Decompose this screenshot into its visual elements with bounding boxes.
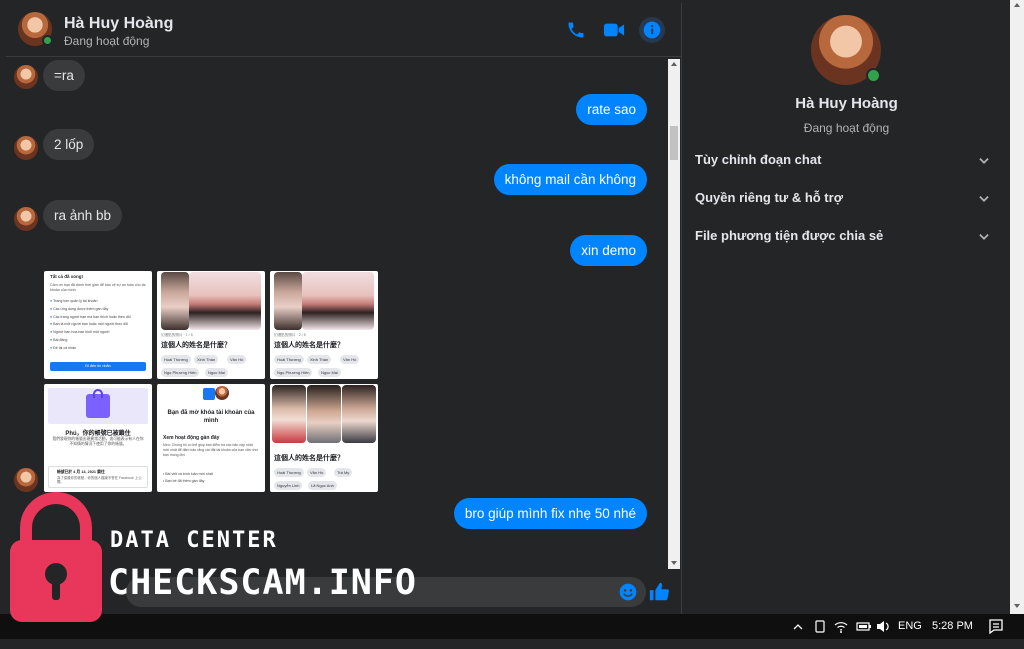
tray-overflow-icon[interactable]	[792, 614, 804, 639]
shared-image[interactable]: Tất cả đã xong! Cảm ơn bạn đã dành thời …	[44, 271, 152, 379]
sender-avatar	[14, 65, 38, 89]
info-icon	[643, 21, 661, 39]
message-input[interactable]	[126, 577, 646, 607]
emoji-icon[interactable]	[618, 582, 638, 602]
customize-chat-section[interactable]: Tùy chỉnh đoạn chat	[695, 152, 991, 172]
messenger-window: Hà Huy Hoàng Đang hoạt động =ra rate sao…	[0, 0, 1024, 614]
scroll-down-arrow-icon[interactable]	[671, 561, 677, 565]
scroll-down-arrow-icon[interactable]	[1014, 604, 1020, 608]
profile-photo	[161, 272, 189, 330]
profile-photo	[302, 272, 374, 330]
contact-avatar[interactable]	[18, 12, 53, 46]
video-camera-icon	[603, 23, 625, 37]
shared-image[interactable]: Phú，你的帳號已被鎖住 我們發現你的帳號出現異常活動，這可能表示有人在你不知情…	[44, 384, 152, 492]
profile-photo	[274, 272, 302, 330]
composer-bar	[6, 569, 682, 614]
sender-avatar	[14, 207, 38, 231]
shared-image[interactable]: 幻燈貼的照片 · 1 / 5 這個人的姓名是什麼？ Hoài Thương Xi…	[157, 271, 265, 379]
profile-photo	[272, 385, 306, 443]
shared-image[interactable]: 幻燈貼的照片 · 2 / 5 這個人的姓名是什麼？ Hoài Thương Xi…	[270, 271, 378, 379]
go-to-messages-button: Đi đến tin nhắn	[50, 362, 146, 371]
contact-name[interactable]: Hà Huy Hoàng	[64, 15, 173, 33]
video-call-button[interactable]	[601, 17, 627, 43]
shared-media-section[interactable]: File phương tiện được chia sẻ	[695, 228, 991, 248]
message-list[interactable]: =ra rate sao 2 lốp không mail cần không …	[6, 58, 666, 568]
online-indicator	[42, 35, 53, 46]
language-indicator[interactable]: ENG	[898, 614, 922, 639]
chevron-down-icon	[979, 158, 989, 164]
lock-notice-box: 帳號已於 4 月 13, 2021 鎖住 為了保護你的帳號，你的個人檔案不會在 …	[48, 466, 148, 488]
shared-image[interactable]: Bạn đã mở khóa tài khoản của mình Xem ho…	[157, 384, 265, 492]
chevron-down-icon	[979, 234, 989, 240]
message-bubble-incoming[interactable]: 2 lốp	[43, 129, 95, 160]
clock[interactable]: 5:28 PM	[932, 614, 973, 639]
device-icon[interactable]	[814, 614, 826, 639]
profile-photo	[189, 272, 261, 330]
chevron-down-icon	[979, 196, 989, 202]
windows-taskbar: ENG 5:28 PM	[0, 614, 1024, 639]
sender-avatar	[14, 468, 38, 492]
message-bubble-outgoing[interactable]: xin demo	[570, 235, 647, 266]
sender-avatar	[14, 136, 38, 160]
chat-panel: Hà Huy Hoàng Đang hoạt động =ra rate sao…	[6, 3, 682, 614]
privacy-support-section[interactable]: Quyền riêng tư & hỗ trợ	[695, 190, 991, 210]
conversation-info-panel: Hà Huy Hoàng Đang hoạt động Tùy chỉnh đo…	[683, 3, 1010, 614]
battery-icon[interactable]	[856, 614, 872, 639]
profile-avatar[interactable]	[811, 15, 881, 85]
message-bubble-outgoing[interactable]: rate sao	[576, 94, 647, 125]
notifications-icon[interactable]	[988, 614, 1004, 639]
message-scrollbar[interactable]	[668, 59, 680, 569]
message-bubble-incoming[interactable]: ra ảnh bb	[43, 200, 123, 231]
volume-icon[interactable]	[876, 614, 890, 639]
thumbs-up-icon	[649, 582, 669, 601]
conversation-info-button[interactable]	[639, 17, 665, 43]
lock-illustration	[48, 388, 148, 424]
voice-call-button[interactable]	[563, 17, 589, 43]
profile-photo	[307, 385, 341, 443]
phone-icon	[568, 22, 584, 38]
profile-status: Đang hoạt động	[803, 121, 890, 135]
scroll-up-arrow-icon[interactable]	[1014, 3, 1020, 7]
wifi-icon[interactable]	[834, 614, 848, 639]
scroll-thumb[interactable]	[670, 126, 678, 160]
checklist: ● Trang tóm quản lý tài khoản ● Các ứng …	[50, 299, 131, 350]
unlock-illustration	[195, 384, 229, 404]
shared-image-grid[interactable]: Tất cả đã xong! Cảm ơn bạn đã dành thời …	[44, 271, 378, 493]
shared-image[interactable]: 這個人的姓名是什麼？ Hoài Thương Văn Hồ Trà My Ngu…	[270, 384, 378, 492]
browser-scrollbar[interactable]	[1010, 0, 1024, 614]
contact-status: Đang hoạt động	[64, 34, 150, 48]
online-indicator	[866, 68, 881, 83]
message-bubble-outgoing[interactable]: không mail cần không	[493, 164, 647, 195]
chat-header: Hà Huy Hoàng Đang hoạt động	[6, 3, 682, 57]
message-bubble-incoming[interactable]: =ra	[43, 60, 85, 91]
scroll-up-arrow-icon[interactable]	[671, 62, 677, 66]
message-bubble-outgoing[interactable]: bro giúp mình fix nhẹ 50 nhé	[453, 498, 647, 529]
like-button[interactable]	[648, 581, 672, 605]
profile-name: Hà Huy Hoàng	[795, 95, 898, 112]
profile-photo	[342, 385, 376, 443]
